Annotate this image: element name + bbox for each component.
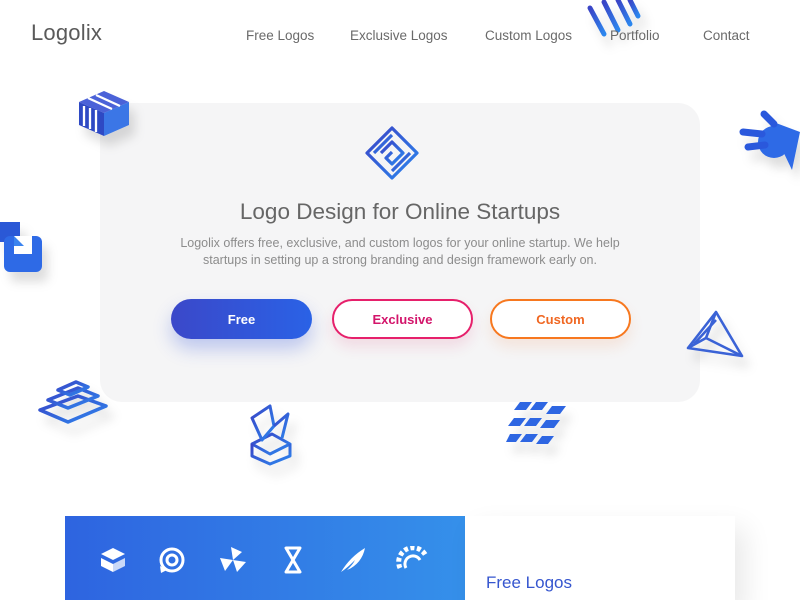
nav-exclusive-logos[interactable]: Exclusive Logos xyxy=(350,28,448,43)
striped-cube-icon xyxy=(76,88,132,138)
free-logos-panel: Free Logos xyxy=(465,516,735,600)
exclusive-button[interactable]: Exclusive xyxy=(332,299,473,339)
flag-tiles-icon xyxy=(506,398,570,450)
free-button[interactable]: Free xyxy=(171,299,312,339)
hero-description: Logolix offers free, exclusive, and cust… xyxy=(160,235,640,269)
nav-contact[interactable]: Contact xyxy=(703,28,750,43)
comet-icon xyxy=(738,110,800,176)
pinwheel-icon xyxy=(219,546,247,579)
wing-icon xyxy=(339,546,367,579)
free-logos-title[interactable]: Free Logos xyxy=(486,573,572,593)
site-logo[interactable]: Logolix xyxy=(31,20,102,46)
hero-description-line-2: startups in setting up a strong branding… xyxy=(203,253,597,267)
custom-button[interactable]: Custom xyxy=(490,299,631,339)
gear-arc-icon xyxy=(396,545,430,579)
target-bubble-icon xyxy=(158,546,186,579)
squares-icon xyxy=(0,222,48,278)
hero-title: Logo Design for Online Startups xyxy=(239,199,561,224)
striped-box-icon xyxy=(99,546,127,579)
stacked-layers-icon xyxy=(38,380,112,426)
free-logos-banner xyxy=(65,516,465,600)
maze-square-icon xyxy=(364,125,420,186)
nav-free-logos[interactable]: Free Logos xyxy=(246,28,314,43)
nav-custom-logos[interactable]: Custom Logos xyxy=(485,28,572,43)
crystal-box-icon xyxy=(248,404,298,466)
hourglass-icon xyxy=(279,546,307,579)
nav-portfolio[interactable]: Portfolio xyxy=(610,28,660,43)
hero-description-line-1: Logolix offers free, exclusive, and cust… xyxy=(180,236,620,250)
prism-icon xyxy=(686,308,746,368)
